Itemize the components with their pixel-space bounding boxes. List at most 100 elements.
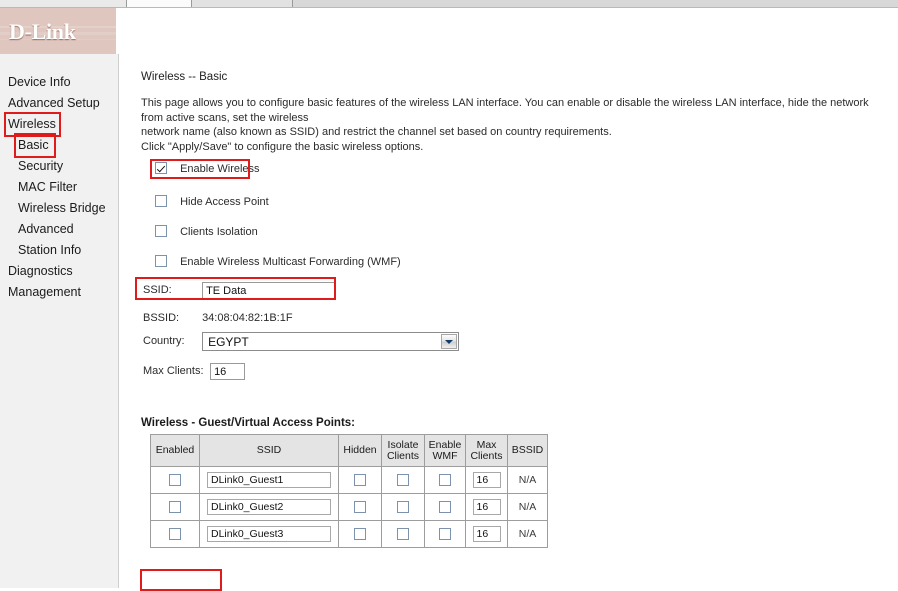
sidebar-item-security[interactable]: Security xyxy=(0,156,118,177)
row-hidden-checkbox[interactable] xyxy=(354,474,366,487)
sidebar-item-diagnostics[interactable]: Diagnostics xyxy=(0,261,118,282)
row-hidden-checkbox[interactable] xyxy=(354,528,366,541)
banner-streak xyxy=(0,32,898,35)
cell-wmf xyxy=(424,493,466,521)
country-select[interactable]: EGYPT xyxy=(202,332,460,351)
column-header-bssid: BSSID xyxy=(507,434,548,467)
row-max-clients-input[interactable]: 16 xyxy=(472,526,501,542)
intro-description: This page allows you to configure basic … xyxy=(141,96,893,154)
guest-access-points-table: Enabled SSID Hidden Isolate Clients Enab… xyxy=(150,434,548,548)
enable-wmf-label: Enable Wireless Multicast Forwarding (WM… xyxy=(180,256,401,268)
browser-tab-1[interactable] xyxy=(0,0,127,7)
cell-enabled xyxy=(150,493,200,521)
hide-access-point-label: Hide Access Point xyxy=(180,196,269,208)
browser-tab-3[interactable] xyxy=(192,0,293,7)
cell-enabled xyxy=(150,466,200,494)
guest-table-title: Wireless - Guest/Virtual Access Points: xyxy=(141,417,356,429)
hide-access-point-checkbox[interactable] xyxy=(155,195,167,207)
cell-wmf xyxy=(424,466,466,494)
row-isolate-checkbox[interactable] xyxy=(397,528,409,541)
cell-isolate xyxy=(381,520,425,548)
row-hidden-checkbox[interactable] xyxy=(354,501,366,514)
sidebar-item-label: MAC Filter xyxy=(18,180,78,194)
cell-bssid: N/A xyxy=(507,466,548,494)
enable-wmf-row[interactable]: Enable Wireless Multicast Forwarding (WM… xyxy=(155,254,401,270)
max-clients-label: Max Clients: xyxy=(143,365,204,377)
row-ssid-input[interactable]: DLink0_Guest2 xyxy=(207,499,331,515)
enable-wmf-checkbox[interactable] xyxy=(155,255,167,267)
row-wmf-checkbox[interactable] xyxy=(439,474,451,487)
row-max-clients-input[interactable]: 16 xyxy=(472,499,501,515)
enable-wireless-checkbox[interactable] xyxy=(155,162,167,174)
row-ssid-input[interactable]: DLink0_Guest3 xyxy=(207,526,331,542)
sidebar-item-label: Wireless Bridge xyxy=(18,201,106,215)
row-ssid-input[interactable]: DLink0_Guest1 xyxy=(207,472,331,488)
bssid-value: 34:08:04:82:1B:1F xyxy=(202,312,293,324)
intro-line-2: network name (also known as SSID) and re… xyxy=(141,126,612,138)
sidebar-item-station-info[interactable]: Station Info xyxy=(0,240,118,261)
sidebar-item-label: Basic xyxy=(14,133,56,158)
intro-line-3: Click "Apply/Save" to configure the basi… xyxy=(141,140,424,153)
ssid-input[interactable]: TE Data xyxy=(202,281,337,299)
dlink-logo: D-Link xyxy=(9,19,76,44)
ssid-label: SSID: xyxy=(143,284,172,296)
sidebar-item-basic[interactable]: Basic xyxy=(0,133,118,158)
sidebar-item-label: Management xyxy=(8,285,81,299)
max-clients-input[interactable]: 16 xyxy=(210,362,246,380)
hide-access-point-row[interactable]: Hide Access Point xyxy=(155,194,269,210)
cell-hidden xyxy=(338,520,382,548)
bssid-label: BSSID: xyxy=(143,312,180,324)
sidebar-item-device-info[interactable]: Device Info xyxy=(0,72,118,93)
row-enabled-checkbox[interactable] xyxy=(169,474,181,487)
row-isolate-checkbox[interactable] xyxy=(397,501,409,514)
country-selected-value: EGYPT xyxy=(208,335,249,349)
column-header-ssid: SSID xyxy=(199,434,339,467)
clients-isolation-label: Clients Isolation xyxy=(180,226,258,238)
chevron-down-icon[interactable] xyxy=(441,334,458,349)
browser-tab-2[interactable] xyxy=(127,0,192,7)
row-isolate-checkbox[interactable] xyxy=(397,474,409,487)
sidebar-item-advanced-setup[interactable]: Advanced Setup xyxy=(0,93,118,114)
banner-streak xyxy=(0,26,898,28)
column-header-isolate-clients: Isolate Clients xyxy=(381,434,425,467)
cell-bssid: N/A xyxy=(507,493,548,521)
column-header-enabled: Enabled xyxy=(150,434,200,467)
dlink-header-banner: D-Link xyxy=(0,8,898,54)
enable-wireless-row[interactable]: Enable Wireless xyxy=(155,161,260,177)
cell-isolate xyxy=(381,466,425,494)
intro-line-1: This page allows you to configure basic … xyxy=(141,97,869,124)
sidebar-item-label: Device Info xyxy=(8,75,71,89)
sidebar-item-label: Wireless xyxy=(4,112,61,137)
sidebar-item-advanced[interactable]: Advanced xyxy=(0,219,118,240)
max-clients-row: Max Clients: 16 xyxy=(143,362,246,380)
sidebar-item-wireless-bridge[interactable]: Wireless Bridge xyxy=(0,198,118,219)
cell-ssid: DLink0_Guest1 xyxy=(199,466,339,494)
enable-wireless-label: Enable Wireless xyxy=(180,163,260,175)
browser-tab-strip xyxy=(0,0,898,8)
column-header-max-clients: Max Clients xyxy=(465,434,508,467)
cell-max-clients: 16 xyxy=(465,520,508,548)
sidebar-item-label: Station Info xyxy=(18,243,82,257)
cell-isolate xyxy=(381,493,425,521)
cell-enabled xyxy=(150,520,200,548)
cell-max-clients: 16 xyxy=(465,493,508,521)
row-wmf-checkbox[interactable] xyxy=(439,528,451,541)
row-max-clients-input[interactable]: 16 xyxy=(472,472,501,488)
sidebar-item-label: Security xyxy=(18,159,64,173)
clients-isolation-row[interactable]: Clients Isolation xyxy=(155,224,258,240)
column-header-hidden: Hidden xyxy=(338,434,382,467)
country-label: Country: xyxy=(143,335,185,348)
row-wmf-checkbox[interactable] xyxy=(439,501,451,514)
cell-hidden xyxy=(338,493,382,521)
sidebar-item-label: Advanced xyxy=(18,222,74,236)
sidebar-item-mac-filter[interactable]: MAC Filter xyxy=(0,177,118,198)
row-enabled-checkbox[interactable] xyxy=(169,501,181,514)
main-content: Wireless -- Basic This page allows you t… xyxy=(119,54,898,588)
ssid-row: SSID: TE Data xyxy=(143,281,337,299)
table-row: DLink0_Guest3 16 N/A xyxy=(150,520,548,548)
sidebar-item-management[interactable]: Management xyxy=(0,282,118,303)
clients-isolation-checkbox[interactable] xyxy=(155,225,167,237)
sidebar-item-label: Diagnostics xyxy=(8,264,73,278)
row-enabled-checkbox[interactable] xyxy=(169,528,181,541)
sidebar-item-wireless[interactable]: Wireless xyxy=(0,112,118,137)
